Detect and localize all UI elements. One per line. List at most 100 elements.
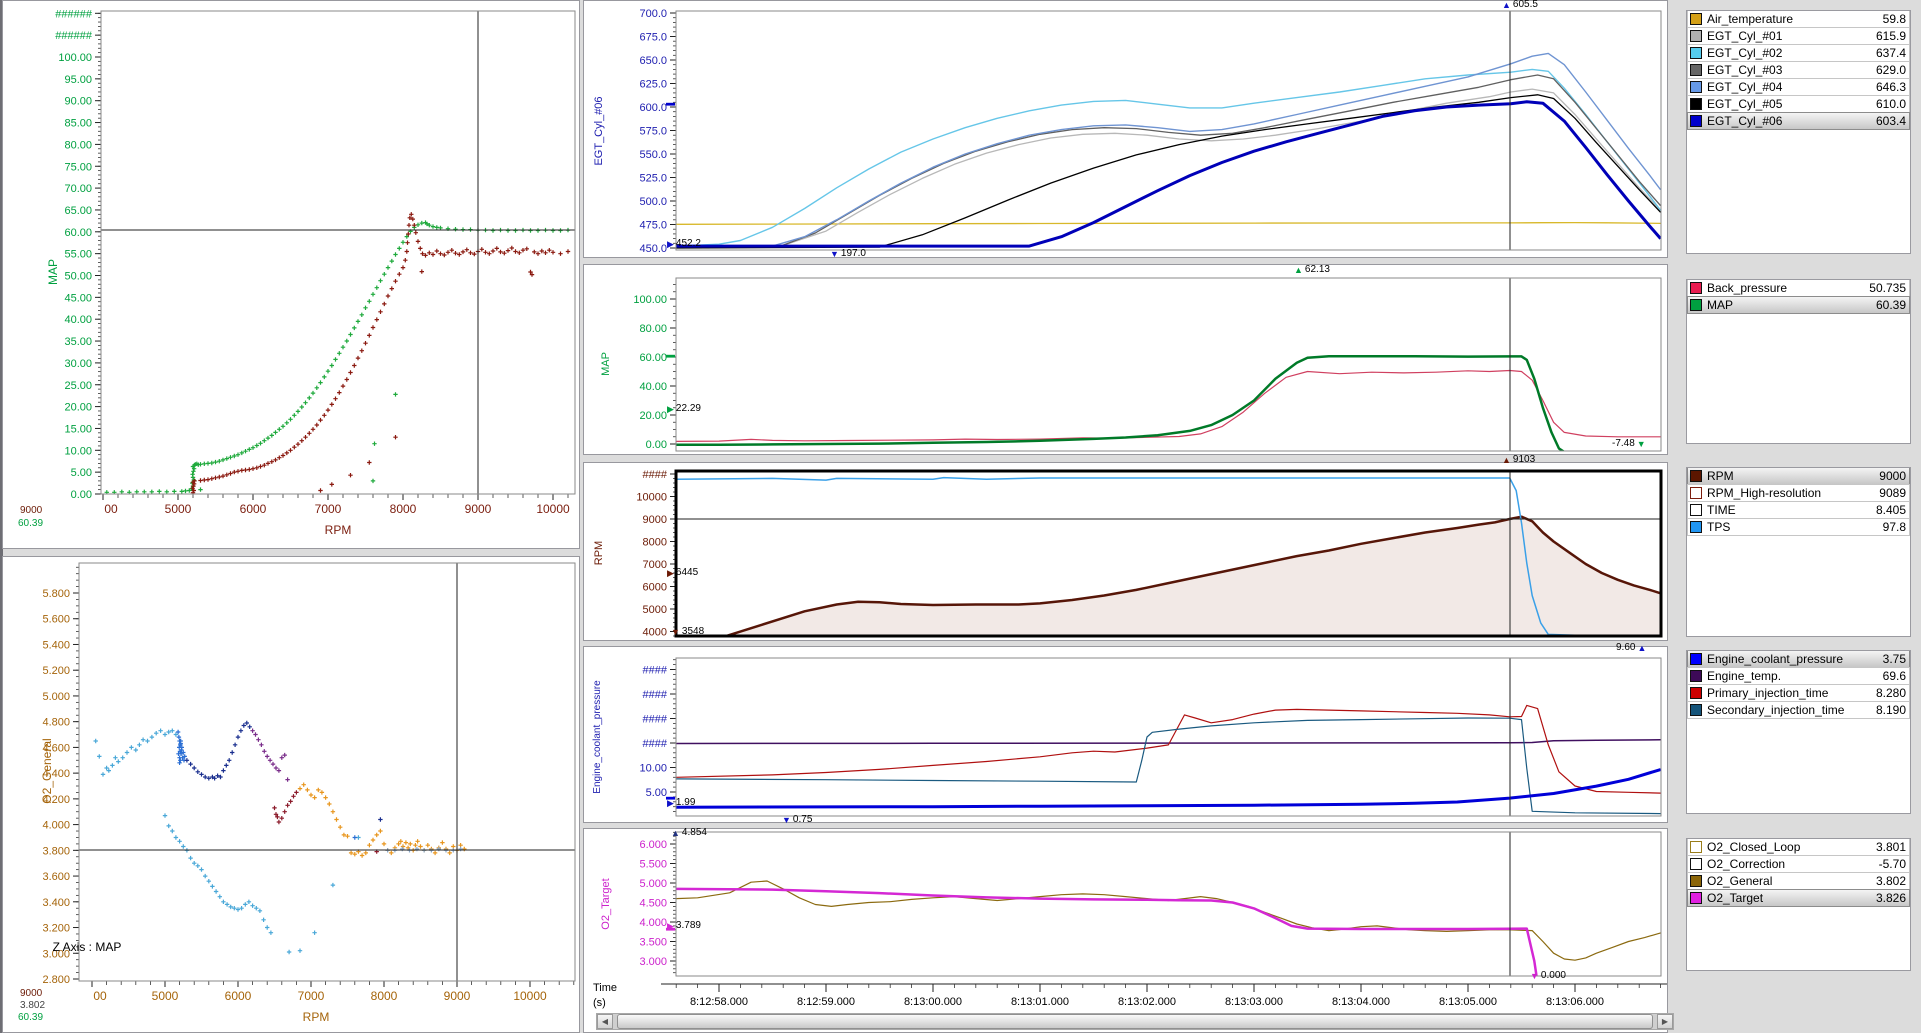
svg-text:00: 00 (104, 502, 118, 516)
time-tick-label: 8:12:59.000 (797, 996, 855, 1008)
scroll-left-button[interactable]: ◀ (597, 1014, 613, 1029)
legend-row-tps[interactable]: TPS97.8 (1687, 518, 1910, 536)
time-tick-label: 8:12:58.000 (690, 996, 748, 1008)
strip-chart-rpm[interactable]: ####10000900080007000600050004000RPM (583, 462, 1668, 641)
chart-canvas-map[interactable]: 100.0080.0060.0040.0020.000.00MAP (584, 265, 1669, 456)
legend-series-label: Air_temperature (1707, 12, 1879, 26)
chart-canvas-o2[interactable]: 6.0005.5005.0004.5004.0003.5003.000O2_Ta… (584, 829, 1669, 1033)
legend-row-primary-injection-time[interactable]: Primary_injection_time8.280 (1687, 684, 1910, 702)
strip-chart-coolant-pressure[interactable]: ################10.005.00Engine_coolant_… (583, 646, 1668, 823)
svg-text:5000: 5000 (165, 502, 192, 516)
legend-row-map[interactable]: MAP60.39 (1687, 296, 1910, 314)
legend-row-egt-cyl-06[interactable]: EGT_Cyl_#06603.4 (1687, 112, 1910, 130)
legend-series-value: 615.9 (1876, 29, 1906, 43)
legend-series-value: 637.4 (1876, 46, 1906, 60)
legend-row-engine-coolant-pressure[interactable]: Engine_coolant_pressure3.75 (1687, 650, 1910, 668)
legend-row-time[interactable]: TIME8.405 (1687, 501, 1910, 519)
time-scrollbar[interactable]: ◀ ▶ (596, 1013, 1674, 1030)
svg-text:80.00: 80.00 (64, 139, 92, 151)
svg-text:0.00: 0.00 (646, 439, 667, 451)
legend-row-egt-cyl-04[interactable]: EGT_Cyl_#04646.3 (1687, 78, 1910, 96)
legend-row-egt-cyl-03[interactable]: EGT_Cyl_#03629.0 (1687, 61, 1910, 79)
svg-text:10.00: 10.00 (639, 763, 667, 775)
series-color-swatch-icon (1690, 670, 1702, 682)
strip-chart-egt[interactable]: 700.0675.0650.0625.0600.0575.0550.0525.0… (583, 0, 1668, 258)
svg-text:60.00: 60.00 (64, 227, 92, 239)
svg-text:RPM: RPM (593, 541, 605, 565)
legend-series-label: TPS (1707, 520, 1879, 534)
series-color-swatch-icon (1690, 282, 1702, 294)
legend-row-air-temperature[interactable]: Air_temperature59.8 (1687, 10, 1910, 28)
svg-text:70.00: 70.00 (64, 183, 92, 195)
svg-text:7000: 7000 (315, 502, 342, 516)
legend-series-label: EGT_Cyl_#05 (1707, 97, 1872, 111)
chart-canvas-rpm[interactable]: ####10000900080007000600050004000RPM (584, 463, 1669, 642)
axis-current-value-dash (666, 103, 675, 106)
legend-panel-o2: O2_Closed_Loop3.801O2_Correction-5.70O2_… (1686, 838, 1911, 971)
svg-text:5.00: 5.00 (646, 787, 667, 799)
svg-text:500.0: 500.0 (639, 196, 667, 208)
svg-text:4.000: 4.000 (42, 820, 70, 832)
series-color-swatch-icon (1690, 81, 1702, 93)
legend-row-back-pressure[interactable]: Back_pressure50.735 (1687, 279, 1910, 297)
series-color-swatch-icon (1690, 64, 1702, 76)
series-color-swatch-icon (1690, 687, 1702, 699)
svg-text:5.800: 5.800 (42, 588, 70, 600)
scrollbar-thumb[interactable] (617, 1014, 1653, 1029)
legend-panel-coolant: Engine_coolant_pressure3.75Engine_temp.6… (1686, 650, 1911, 814)
svg-text:3.400: 3.400 (42, 897, 70, 909)
scatter-chart-map-vs-rpm[interactable]: ############100.0095.0090.0085.0080.0075… (2, 0, 580, 549)
svg-text:85.00: 85.00 (64, 118, 92, 130)
legend-series-label: Back_pressure (1707, 281, 1865, 295)
chart-canvas-egt[interactable]: 700.0675.0650.0625.0600.0575.0550.0525.0… (584, 1, 1669, 259)
legend-row-egt-cyl-02[interactable]: EGT_Cyl_#02637.4 (1687, 44, 1910, 62)
scatter-chart-o2-vs-rpm[interactable]: 5.8005.6005.4005.2005.0004.8004.6004.400… (2, 556, 580, 1033)
legend-row-o2-closed-loop[interactable]: O2_Closed_Loop3.801 (1687, 838, 1910, 856)
legend-row-o2-general[interactable]: O2_General3.802 (1687, 872, 1910, 890)
scrollbar-track[interactable] (613, 1014, 1657, 1029)
svg-text:675.0: 675.0 (639, 32, 667, 44)
svg-text:9000: 9000 (465, 502, 492, 516)
series-color-swatch-icon (1690, 704, 1702, 716)
chart-canvas-scatter_map[interactable]: ############100.0095.0090.0085.0080.0075… (3, 1, 581, 550)
series-color-swatch-icon (1690, 841, 1702, 853)
series-color-swatch-icon (1690, 521, 1702, 533)
legend-row-o2-target[interactable]: O2_Target3.826 (1687, 889, 1910, 907)
time-tick-label: 8:13:01.000 (1011, 996, 1069, 1008)
series-color-swatch-icon (1690, 875, 1702, 887)
legend-row-engine-temp-[interactable]: Engine_temp.69.6 (1687, 667, 1910, 685)
series-color-swatch-icon (1690, 892, 1702, 904)
scroll-right-button[interactable]: ▶ (1657, 1014, 1673, 1029)
chart-canvas-cool[interactable]: ################10.005.00Engine_coolant_… (584, 647, 1669, 824)
legend-series-label: EGT_Cyl_#06 (1707, 114, 1872, 128)
legend-row-egt-cyl-05[interactable]: EGT_Cyl_#05610.0 (1687, 95, 1910, 113)
legend-row-egt-cyl-01[interactable]: EGT_Cyl_#01 615.9 (1687, 27, 1910, 45)
time-tick-label: 8:13:05.000 (1439, 996, 1497, 1008)
svg-text:3.500: 3.500 (639, 937, 667, 949)
legend-row-secondary-injection-time[interactable]: Secondary_injection_time8.190 (1687, 701, 1910, 719)
series-color-swatch-icon (1690, 504, 1702, 516)
chart-canvas-scatter_o2[interactable]: 5.8005.6005.4005.2005.0004.8004.6004.400… (3, 557, 581, 1033)
svg-text:40.00: 40.00 (64, 314, 92, 326)
svg-text:10.00: 10.00 (64, 445, 92, 457)
legend-series-label: EGT_Cyl_#01 (1707, 29, 1872, 43)
svg-text:RPM: RPM (303, 1010, 330, 1024)
svg-text:700.0: 700.0 (639, 8, 667, 20)
svg-text:35.00: 35.00 (64, 336, 92, 348)
legend-row-o2-correction[interactable]: O2_Correction-5.70 (1687, 855, 1910, 873)
strip-chart-o2-target[interactable]: 6.0005.5005.0004.5004.0003.5003.000O2_Ta… (583, 828, 1668, 1033)
svg-text:20.00: 20.00 (64, 402, 92, 414)
legend-series-value: 60.39 (1876, 298, 1906, 312)
svg-text:100.00: 100.00 (58, 52, 92, 64)
svg-text:55.00: 55.00 (64, 249, 92, 261)
legend-series-value: 69.6 (1883, 669, 1906, 683)
legend-series-label: O2_Closed_Loop (1707, 840, 1872, 854)
svg-text:95.00: 95.00 (64, 74, 92, 86)
svg-text:4.500: 4.500 (639, 898, 667, 910)
svg-text:00: 00 (93, 989, 107, 1003)
legend-row-rpm-high-resolution[interactable]: RPM_High-resolution9089 (1687, 484, 1910, 502)
time-tick-label: 8:13:04.000 (1332, 996, 1390, 1008)
time-tick-label: 8:13:06.000 (1546, 996, 1604, 1008)
legend-row-rpm[interactable]: RPM9000 (1687, 467, 1910, 485)
strip-chart-map[interactable]: 100.0080.0060.0040.0020.000.00MAP (583, 264, 1668, 455)
